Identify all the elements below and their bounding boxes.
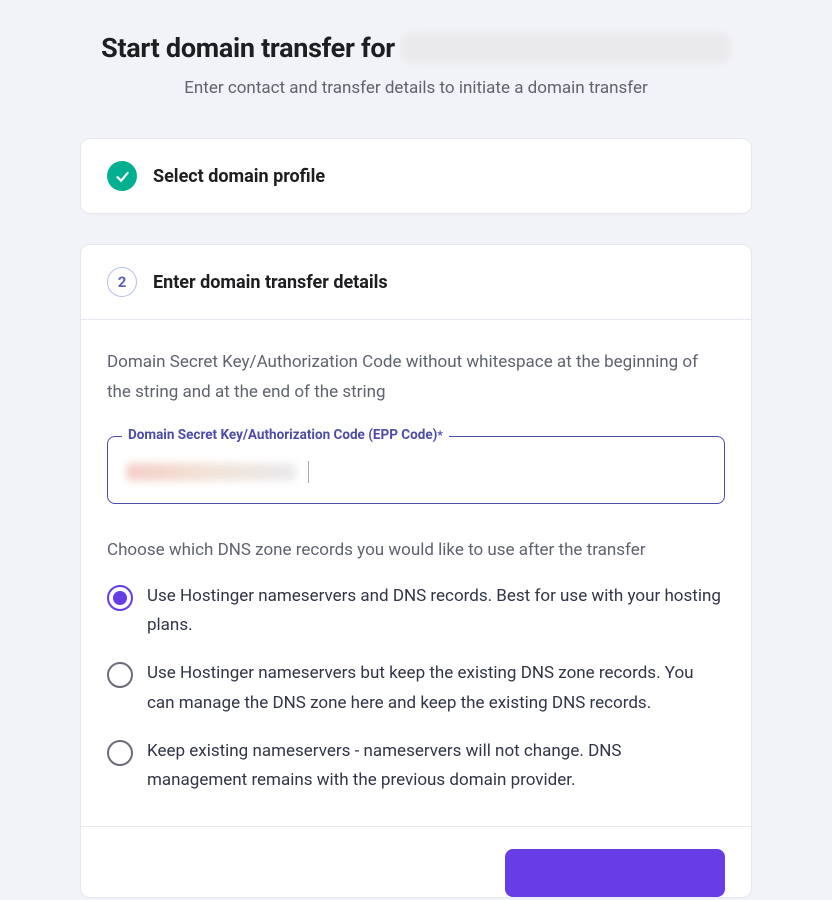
step-2-header: 2 Enter domain transfer details [81, 245, 751, 320]
radio-icon [107, 585, 133, 611]
page-subtitle: Enter contact and transfer details to in… [80, 78, 752, 98]
dns-option-label: Use Hostinger nameservers but keep the e… [147, 659, 725, 719]
check-icon [107, 161, 137, 191]
dns-option-keep-existing[interactable]: Keep existing nameservers - nameservers … [107, 737, 725, 797]
epp-input-label: Domain Secret Key/Authorization Code (EP… [122, 427, 449, 443]
epp-value-redacted [126, 463, 296, 481]
dns-option-hostinger-all[interactable]: Use Hostinger nameservers and DNS record… [107, 582, 725, 642]
epp-code-input[interactable]: Domain Secret Key/Authorization Code (EP… [107, 436, 725, 504]
step-2-card: 2 Enter domain transfer details Domain S… [80, 244, 752, 898]
page-header: Start domain transfer for Enter contact … [80, 32, 752, 98]
dns-choice-description: Choose which DNS zone records you would … [107, 540, 725, 560]
page-title: Start domain transfer for [101, 32, 395, 64]
domain-name-redacted [401, 32, 731, 64]
step-1-card[interactable]: Select domain profile [80, 138, 752, 214]
radio-icon [107, 740, 133, 766]
dns-option-label: Keep existing nameservers - nameservers … [147, 737, 725, 797]
radio-icon [107, 662, 133, 688]
dns-option-hostinger-keep-records[interactable]: Use Hostinger nameservers but keep the e… [107, 659, 725, 719]
continue-button[interactable] [505, 849, 725, 897]
step-2-title: Enter domain transfer details [153, 272, 388, 293]
step-2-footer [81, 826, 751, 897]
dns-radio-group: Use Hostinger nameservers and DNS record… [107, 582, 725, 797]
dns-option-label: Use Hostinger nameservers and DNS record… [147, 582, 725, 642]
epp-description: Domain Secret Key/Authorization Code wit… [107, 348, 725, 408]
step-1-title: Select domain profile [153, 166, 325, 187]
step-number-badge: 2 [107, 267, 137, 297]
text-cursor [308, 461, 309, 483]
